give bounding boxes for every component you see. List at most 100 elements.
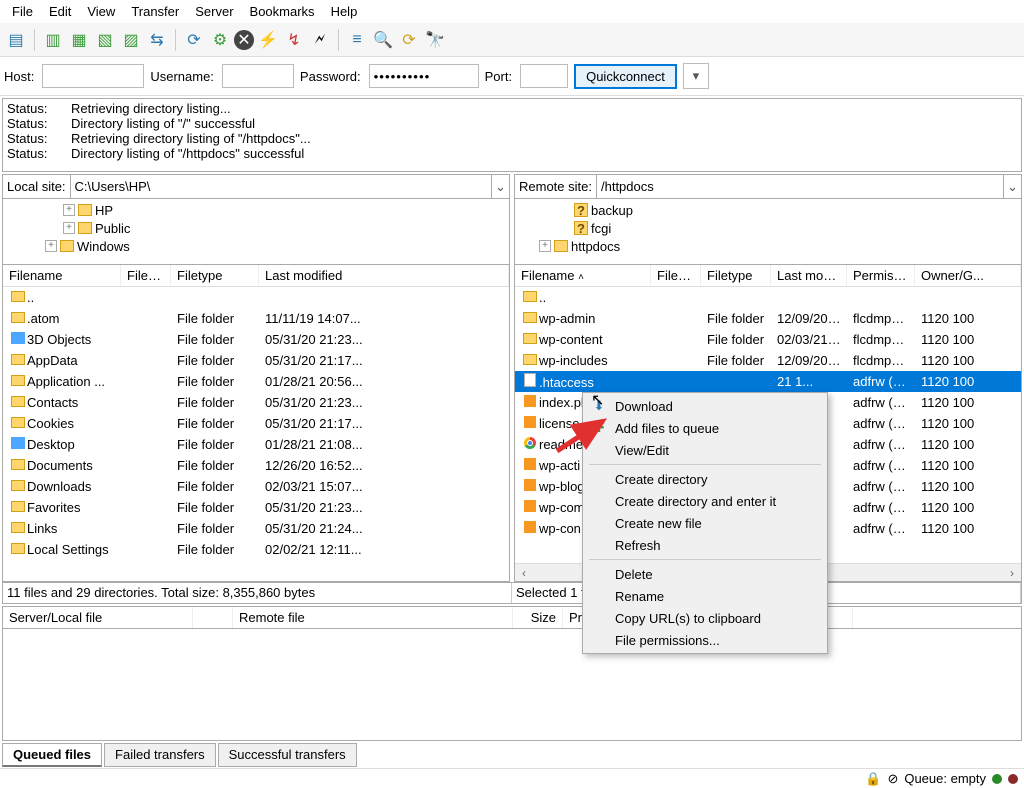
file-row[interactable]: wp-includesFile folder12/09/20 1...flcdm… [515,350,1021,371]
reconnect-icon[interactable]: ↯ [282,28,306,52]
file-row[interactable]: .atomFile folder11/11/19 14:07... [3,308,509,329]
toggle-local-tree-icon[interactable]: ▦ [67,28,91,52]
col-direction[interactable] [193,607,233,628]
file-row[interactable]: .. [3,287,509,308]
file-row[interactable]: .. [515,287,1021,308]
cancel-icon[interactable]: ✕ [234,30,254,50]
col-filesize[interactable]: Filesize [121,265,171,286]
local-pane: Local site: C:\Users\HP\ ⌄ +HP+Public+Wi… [2,174,510,582]
menu-item-file-permissions-[interactable]: File permissions... [585,629,825,651]
quickconnect-dropdown[interactable]: ▾ [683,63,709,89]
username-input[interactable] [222,64,294,88]
toggle-remote-tree-icon[interactable]: ▧ [93,28,117,52]
refresh-icon[interactable]: ⟳ [182,28,206,52]
port-input[interactable] [520,64,568,88]
menu-item-create-directory[interactable]: Create directory [585,468,825,490]
tree-node[interactable]: ?backup [519,201,1017,219]
col-filetype[interactable]: Filetype [701,265,771,286]
password-input[interactable] [369,64,479,88]
search-icon[interactable]: 🔍 [371,28,395,52]
menu-item-rename[interactable]: Rename [585,585,825,607]
menu-item-add-files-to-queue[interactable]: ✚Add files to queue [585,417,825,439]
file-row[interactable]: wp-adminFile folder12/09/20 1...flcdmpe … [515,308,1021,329]
col-modified[interactable]: Last modified [259,265,509,286]
quickconnect-button[interactable]: Quickconnect [574,64,677,89]
sync-browse-icon[interactable]: ⇆ [145,28,169,52]
col-filename[interactable]: Filename [3,265,121,286]
menu-view[interactable]: View [79,2,123,21]
site-manager-icon[interactable]: ▤ [4,28,28,52]
file-row[interactable]: 3D ObjectsFile folder05/31/20 21:23... [3,329,509,350]
local-path-dropdown[interactable]: ⌄ [491,175,509,198]
menu-item-label: Create directory and enter it [615,494,776,509]
expander-icon[interactable]: + [45,240,57,252]
tree-node[interactable]: +HP [7,201,505,219]
menu-item-create-directory-and-enter-it[interactable]: Create directory and enter it [585,490,825,512]
local-site-label: Local site: [3,179,70,194]
menu-transfer[interactable]: Transfer [123,2,187,21]
tab-successful[interactable]: Successful transfers [218,743,357,767]
remote-tree[interactable]: ?backup?fcgi+httpdocs [515,199,1021,265]
col-modified[interactable]: Last modifi... [771,265,847,286]
file-row[interactable]: AppDataFile folder05/31/20 21:17... [3,350,509,371]
menu-help[interactable]: Help [323,2,366,21]
tree-node[interactable]: +httpdocs [519,237,1017,255]
settings-icon[interactable]: ⚙ [208,28,232,52]
compare-icon[interactable]: ≡ [345,28,369,52]
transfer-queue[interactable] [2,629,1022,741]
menu-item-view-edit[interactable]: View/Edit [585,439,825,461]
transfer-header: Server/Local file Remote file Size Pr...… [2,606,1022,629]
binoculars-icon[interactable]: 🔭 [423,28,447,52]
toggle-queue-icon[interactable]: ▨ [119,28,143,52]
footer: 🔒 ⊘ Queue: empty [0,768,1024,788]
local-tree[interactable]: +HP+Public+Windows [3,199,509,265]
menu-bookmarks[interactable]: Bookmarks [242,2,323,21]
local-path[interactable]: C:\Users\HP\ [70,175,491,198]
remote-path-dropdown[interactable]: ⌄ [1003,175,1021,198]
col-filename[interactable]: Filename ˄ [515,265,651,286]
col-filetype[interactable]: Filetype [171,265,259,286]
col-remote-file[interactable]: Remote file [233,607,513,628]
local-file-list[interactable]: ...atomFile folder11/11/19 14:07...3D Ob… [3,287,509,581]
col-permissions[interactable]: Permissi... [847,265,915,286]
tab-queued[interactable]: Queued files [2,743,102,767]
expander-icon[interactable]: + [539,240,551,252]
file-row[interactable]: DocumentsFile folder12/26/20 16:52... [3,455,509,476]
col-size[interactable]: Size [513,607,563,628]
col-owner[interactable]: Owner/G... [915,265,1021,286]
status-label: Status: [7,146,57,161]
menu-file[interactable]: File [4,2,41,21]
process-icon[interactable]: ⟳ [397,28,421,52]
col-server-local[interactable]: Server/Local file [3,607,193,628]
file-row[interactable]: FavoritesFile folder05/31/20 21:23... [3,497,509,518]
menu-edit[interactable]: Edit [41,2,79,21]
menu-item-create-new-file[interactable]: Create new file [585,512,825,534]
tree-node[interactable]: ?fcgi [519,219,1017,237]
menu-item-refresh[interactable]: Refresh [585,534,825,556]
menu-item-label: View/Edit [615,443,669,458]
file-row[interactable]: wp-contentFile folder02/03/21 1...flcdmp… [515,329,1021,350]
file-row[interactable]: LinksFile folder05/31/20 21:24... [3,518,509,539]
filter-icon[interactable]: 🗲 [308,28,332,52]
expander-icon[interactable]: + [63,222,75,234]
toggle-log-icon[interactable]: ▥ [41,28,65,52]
disconnect-icon[interactable]: ⚡ [256,28,280,52]
file-row[interactable]: CookiesFile folder05/31/20 21:17... [3,413,509,434]
tree-node[interactable]: +Windows [7,237,505,255]
file-row[interactable]: DesktopFile folder01/28/21 21:08... [3,434,509,455]
file-row[interactable]: .htaccess21 1...adfrw (0...1120 100 [515,371,1021,392]
remote-path[interactable]: /httpdocs [596,175,1003,198]
host-input[interactable] [42,64,144,88]
file-row[interactable]: DownloadsFile folder02/03/21 15:07... [3,476,509,497]
file-row[interactable]: ContactsFile folder05/31/20 21:23... [3,392,509,413]
file-row[interactable]: Local SettingsFile folder02/02/21 12:11.… [3,539,509,560]
tab-failed[interactable]: Failed transfers [104,743,216,767]
col-filesize[interactable]: Filesize [651,265,701,286]
menu-item-delete[interactable]: Delete [585,563,825,585]
menu-server[interactable]: Server [187,2,241,21]
expander-icon[interactable]: + [63,204,75,216]
menu-item-copy-url-s-to-clipboard[interactable]: Copy URL(s) to clipboard [585,607,825,629]
tree-node[interactable]: +Public [7,219,505,237]
menu-item-download[interactable]: ⬇Download [585,395,825,417]
file-row[interactable]: Application ...File folder01/28/21 20:56… [3,371,509,392]
